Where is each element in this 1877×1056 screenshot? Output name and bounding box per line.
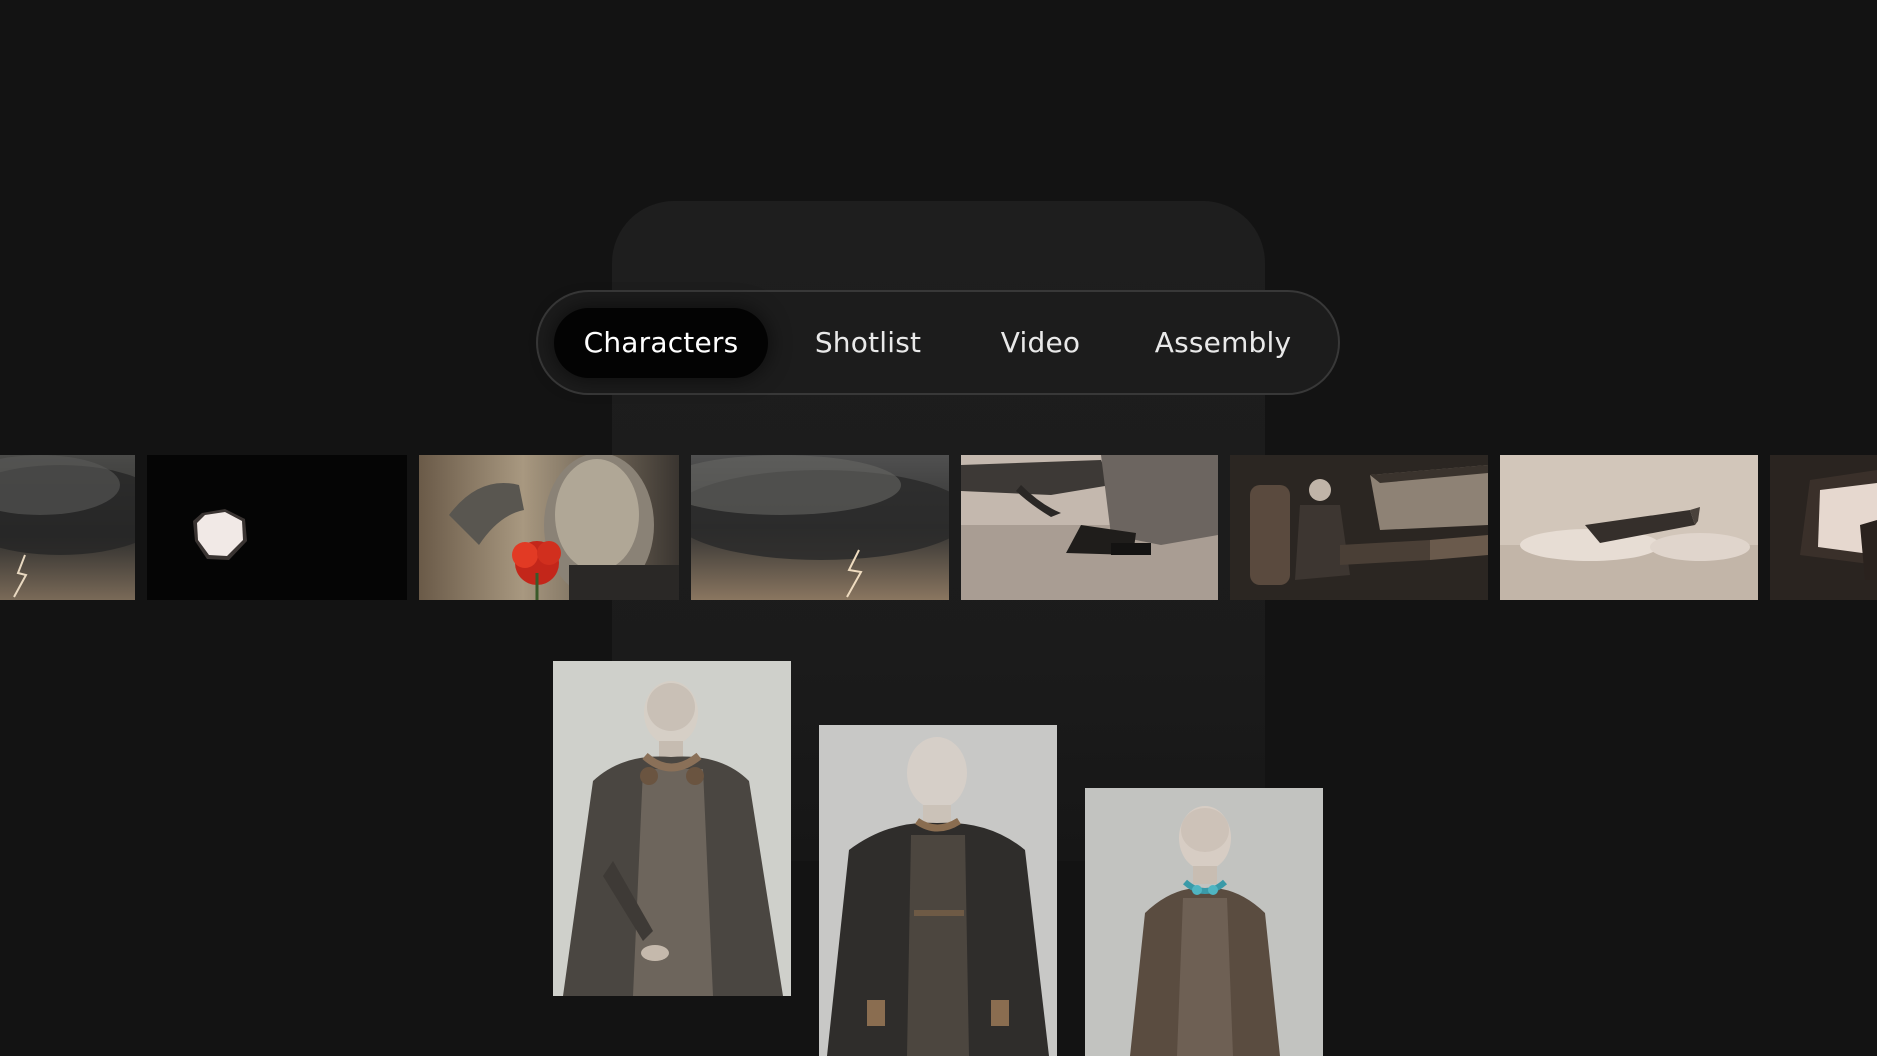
- tab-shotlist[interactable]: Shotlist: [768, 308, 968, 378]
- character-portrait-image: [1085, 788, 1323, 1056]
- tab-assembly[interactable]: Assembly: [1113, 308, 1333, 378]
- character-card-2[interactable]: [819, 725, 1057, 1056]
- app-stage: Characters Shotlist Video Assembly: [0, 0, 1877, 1056]
- tab-characters[interactable]: Characters: [554, 307, 768, 378]
- tab-video[interactable]: Video: [968, 308, 1113, 378]
- desert-foot-image: [961, 455, 1218, 600]
- tab-bar: Characters Shotlist Video Assembly: [536, 290, 1340, 395]
- character-portrait-image: [819, 725, 1057, 1056]
- red-flower-image: [419, 455, 679, 600]
- filmstrip: [0, 455, 1877, 600]
- shot-thumbnail-storm-2[interactable]: [691, 455, 949, 600]
- shot-thumbnail-storm[interactable]: [0, 455, 135, 600]
- character-portrait-image: [553, 661, 791, 996]
- storm-cloud-image: [691, 455, 949, 600]
- hexagonal-object-image: [147, 455, 407, 600]
- shot-thumbnail-object[interactable]: [147, 455, 407, 600]
- shot-thumbnail-landing[interactable]: [1500, 455, 1758, 600]
- character-card-3[interactable]: [1085, 788, 1323, 1056]
- shot-thumbnail-flower[interactable]: [419, 455, 679, 600]
- ship-window-image: [1770, 455, 1877, 600]
- ship-landing-image: [1500, 455, 1758, 600]
- ship-cabin-image: [1230, 455, 1488, 600]
- character-card-1[interactable]: [553, 661, 791, 996]
- shot-thumbnail-cabin[interactable]: [1230, 455, 1488, 600]
- storm-cloud-image: [0, 455, 135, 600]
- shot-thumbnail-foot[interactable]: [961, 455, 1218, 600]
- shot-thumbnail-window[interactable]: [1770, 455, 1877, 600]
